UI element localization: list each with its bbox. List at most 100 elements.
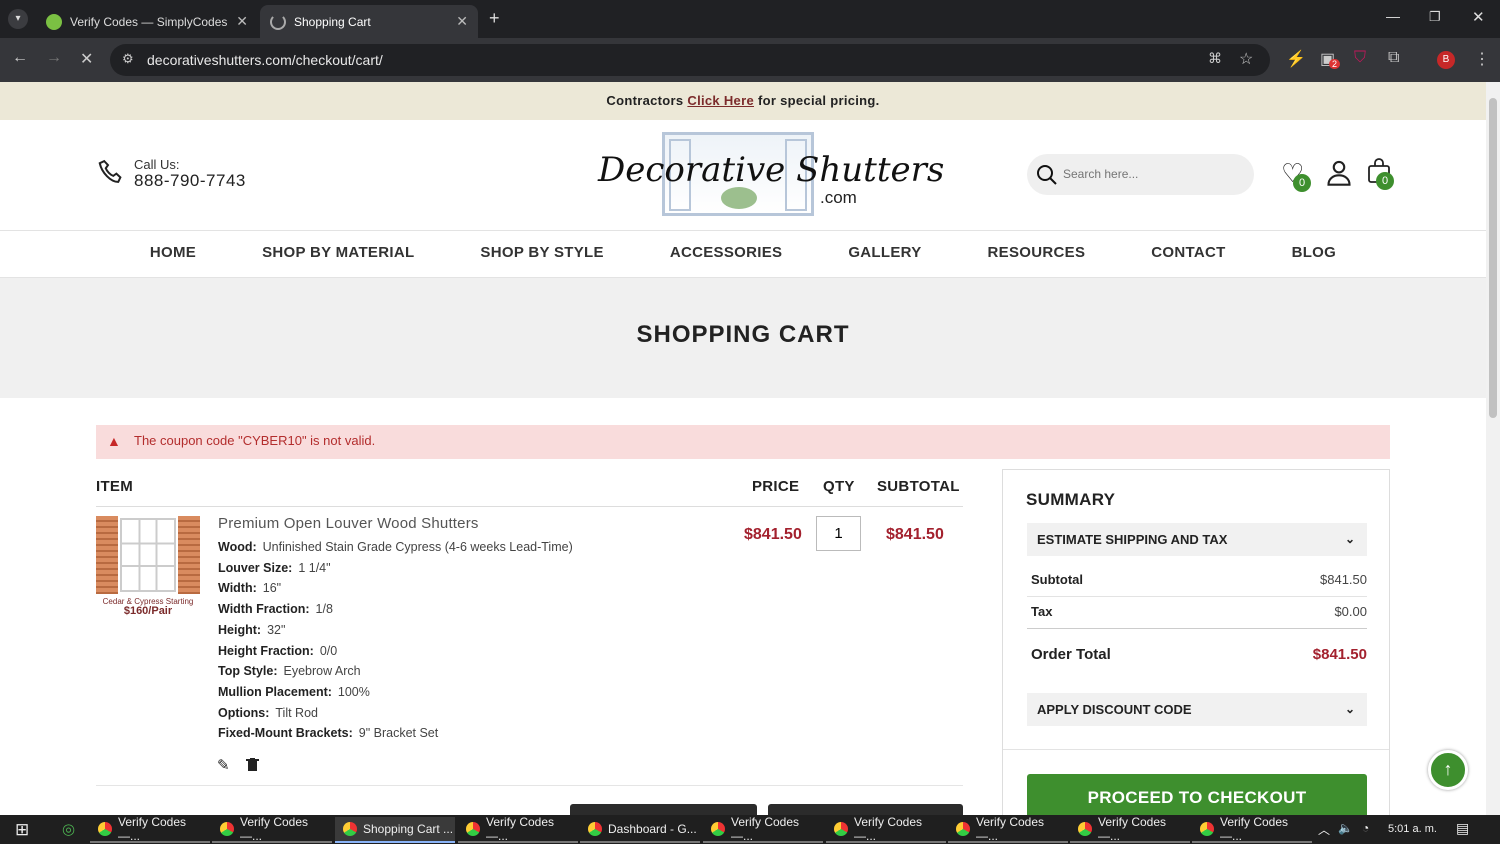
close-tab-icon[interactable]: ✕ <box>236 13 248 30</box>
notifications-icon[interactable]: ▤ <box>1456 820 1469 837</box>
taskbar-window[interactable]: Dashboard - G... <box>580 817 700 843</box>
volume-icon[interactable]: 🔈 <box>1338 821 1353 835</box>
divider <box>1027 596 1367 597</box>
chrome-icon <box>834 822 848 836</box>
extensions-puzzle-icon[interactable]: ⧉ <box>1388 49 1399 67</box>
whatsapp-icon[interactable]: ◎ <box>62 820 75 838</box>
taskbar-window[interactable]: Verify Codes —... <box>1192 815 1312 843</box>
scrollbar-thumb[interactable] <box>1489 98 1497 418</box>
item-price: $841.50 <box>744 526 802 543</box>
chrome-icon <box>1078 822 1092 836</box>
forward-icon[interactable]: → <box>46 49 62 67</box>
start-grid-icon[interactable]: ⊞ <box>15 820 29 840</box>
qty-input[interactable] <box>816 516 861 551</box>
tab-search-button[interactable]: ▾ <box>8 9 28 29</box>
subtotal-row: Subtotal $841.50 <box>1031 572 1367 587</box>
divider <box>96 506 963 507</box>
network-icon[interactable]: ◔ <box>1362 821 1369 835</box>
apply-discount-toggle[interactable]: APPLY DISCOUNT CODE ⌄ <box>1027 693 1367 726</box>
estimate-shipping-toggle[interactable]: ESTIMATE SHIPPING AND TAX ⌄ <box>1027 523 1367 556</box>
new-tab-button[interactable]: + <box>489 8 500 29</box>
page-scrollbar[interactable] <box>1486 82 1500 815</box>
product-options: Wood: Unfinished Stain Grade Cypress (4-6… <box>218 537 573 744</box>
option-row: Fixed-Mount Brackets: 9" Bracket Set <box>218 726 439 741</box>
nav-gallery[interactable]: GALLERY <box>815 231 954 277</box>
order-total-label: Order Total <box>1031 646 1111 663</box>
clock-time[interactable]: 5:01 a. m. <box>1388 823 1437 835</box>
subtotal-value: $841.50 <box>1320 572 1367 587</box>
extension-bolt-icon[interactable]: ⚡ <box>1286 49 1306 69</box>
tray-chevron-icon[interactable]: ︿ <box>1318 821 1330 838</box>
error-text: The coupon code "CYBER10" is not valid. <box>134 433 376 448</box>
option-row: Height Fraction: 0/0 <box>218 643 338 658</box>
taskbar-window[interactable]: Verify Codes —... <box>948 815 1068 843</box>
extension-coupon-icon[interactable]: ▣ 2 <box>1320 49 1341 69</box>
chrome-icon <box>466 822 480 836</box>
tab-verify-codes[interactable]: Verify Codes — SimplyCodes ✕ <box>36 5 258 38</box>
product-name-link[interactable]: Premium Open Louver Wood Shutters <box>218 515 479 532</box>
main-nav: HOME SHOP BY MATERIAL SHOP BY STYLE ACCE… <box>0 230 1486 278</box>
stop-loading-icon[interactable]: ✕ <box>80 49 93 69</box>
nav-shop-by-style[interactable]: SHOP BY STYLE <box>447 231 636 277</box>
back-icon[interactable]: ← <box>12 49 28 67</box>
taskbar-window[interactable]: Verify Codes —... <box>826 815 946 843</box>
update-cart-button[interactable] <box>768 804 963 815</box>
taskbar-window[interactable]: Verify Codes —... <box>1070 815 1190 843</box>
promo-prefix: Contractors <box>606 93 684 108</box>
nav-accessories[interactable]: ACCESSORIES <box>637 231 816 277</box>
tab-shopping-cart[interactable]: Shopping Cart ✕ <box>260 5 478 38</box>
option-row: Louver Size: 1 1/4" <box>218 560 331 575</box>
scroll-to-top-button[interactable]: ↑ <box>1428 750 1468 790</box>
minimize-button[interactable]: — <box>1386 8 1400 24</box>
simplycodes-favicon-icon <box>46 13 62 30</box>
browser-menu-icon[interactable]: ⋮ <box>1474 49 1490 69</box>
proceed-to-checkout-button[interactable]: PROCEED TO CHECKOUT <box>1027 774 1367 815</box>
taskbar-window[interactable]: Verify Codes —... <box>703 815 823 843</box>
contractor-link[interactable]: Click Here <box>687 93 754 108</box>
site-logo[interactable]: Decorative Shutters .com <box>598 132 944 216</box>
nav-home[interactable]: HOME <box>117 231 229 277</box>
wishlist-heart-icon[interactable]: ♡ 0 <box>1281 158 1311 192</box>
warning-icon: ▲ <box>107 433 121 449</box>
wishlist-count-badge: 0 <box>1293 174 1311 192</box>
taskbar-window[interactable]: Verify Codes —... <box>212 815 332 843</box>
tab-title: Shopping Cart <box>294 14 371 29</box>
url-text: decorativeshutters.com/checkout/cart/ <box>147 52 383 68</box>
phone-icon <box>98 159 122 183</box>
thumb-price: $160/Pair <box>123 605 173 617</box>
taskbar-window-active[interactable]: Shopping Cart ... <box>335 817 455 843</box>
promo-suffix: for special pricing. <box>757 93 880 108</box>
nav-blog[interactable]: BLOG <box>1259 231 1370 277</box>
close-tab-icon[interactable]: ✕ <box>456 13 468 30</box>
continue-shopping-button[interactable] <box>570 804 757 815</box>
search-input[interactable] <box>1063 164 1243 184</box>
col-subtotal-header: SUBTOTAL <box>877 478 960 495</box>
search-box[interactable] <box>1027 154 1254 195</box>
site-header: Call Us: 888-790-7743 Decorative Shutter… <box>0 120 1486 230</box>
extension-shield-icon[interactable]: ⛉ <box>1354 49 1366 67</box>
taskbar-window[interactable]: Verify Codes —... <box>90 815 210 843</box>
chrome-icon <box>588 822 602 836</box>
option-row: Top Style: Eyebrow Arch <box>218 664 361 679</box>
discount-label: APPLY DISCOUNT CODE <box>1037 702 1192 717</box>
delete-trash-icon[interactable] <box>246 758 259 772</box>
translate-icon[interactable]: ⌘ <box>1208 50 1222 67</box>
site-info-icon[interactable]: ⚙ <box>122 51 134 67</box>
nav-resources[interactable]: RESOURCES <box>955 231 1119 277</box>
account-user-icon[interactable] <box>1325 159 1353 187</box>
edit-pencil-icon[interactable]: ✎ <box>217 756 230 774</box>
product-thumbnail[interactable]: Cedar & Cypress Starting $160/Pair <box>96 516 200 617</box>
close-window-button[interactable]: ✕ <box>1472 8 1485 26</box>
address-bar[interactable]: ⚙ decorativeshutters.com/checkout/cart/ … <box>110 44 1270 76</box>
browser-tab-bar: ▾ Verify Codes — SimplyCodes ✕ Shopping … <box>0 0 1500 38</box>
order-total-row: Order Total $841.50 <box>1031 646 1367 663</box>
taskbar-window[interactable]: Verify Codes —... <box>458 815 578 843</box>
bookmark-star-icon[interactable]: ☆ <box>1239 49 1253 69</box>
nav-contact[interactable]: CONTACT <box>1118 231 1258 277</box>
profile-avatar[interactable]: B <box>1437 51 1455 69</box>
cart-bag-icon[interactable]: 0 <box>1367 158 1394 190</box>
nav-shop-by-material[interactable]: SHOP BY MATERIAL <box>229 231 447 277</box>
cart-count-badge: 0 <box>1376 172 1394 190</box>
restore-button[interactable]: ❐ <box>1429 9 1441 25</box>
phone-number[interactable]: 888-790-7743 <box>134 171 246 191</box>
